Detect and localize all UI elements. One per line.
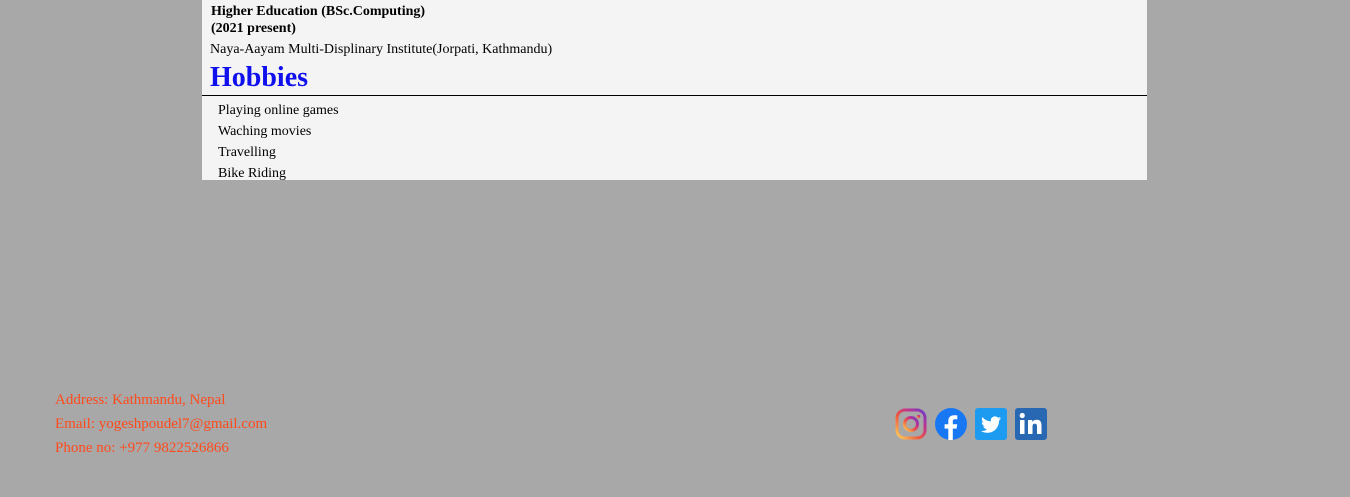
facebook-icon[interactable] [935, 408, 967, 440]
hobby-item: Travelling [218, 145, 276, 160]
education-title: Higher Education (BSc.Computing) [211, 4, 426, 19]
footer-email: Email: yogeshpoudel7@gmail.com [55, 416, 268, 432]
education-years: (2021 present) [211, 21, 296, 36]
footer-address: Address: Kathmandu, Nepal [55, 392, 226, 408]
linkedin-icon[interactable] [1015, 408, 1047, 440]
hobby-item: Playing online games [218, 103, 339, 118]
hobbies-divider [202, 95, 1147, 96]
hobbies-heading: Hobbies [210, 62, 309, 93]
social-links [895, 408, 1047, 440]
hobby-list: Playing online games Waching movies Trav… [218, 100, 339, 184]
hobby-item: Bike Riding [218, 166, 287, 181]
resume-content-card: Higher Education (BSc.Computing) (2021 p… [202, 0, 1147, 181]
hobby-item: Waching movies [218, 124, 312, 139]
education-institute: Naya-Aayam Multi-Displinary Institute(Jo… [210, 42, 553, 57]
footer-contact: Address: Kathmandu, Nepal Email: yogeshp… [55, 388, 267, 460]
footer-phone: Phone no: +977 9822526866 [55, 440, 229, 456]
instagram-icon[interactable] [895, 408, 927, 440]
twitter-icon[interactable] [975, 408, 1007, 440]
